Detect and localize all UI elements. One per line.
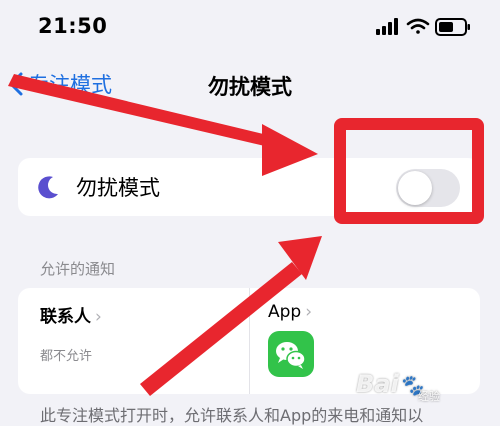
dnd-label: 勿扰模式 (76, 176, 160, 200)
baidu-watermark: Bai🐾 经验 (356, 366, 496, 410)
navigation-bar: 专注模式 勿扰模式 (0, 62, 500, 106)
section-header-allowed-notifications: 允许的通知 (40, 260, 116, 278)
allowed-people-cell[interactable]: 联系人 › 都不允许 (18, 288, 248, 394)
battery-icon (435, 18, 470, 36)
apps-title: App › (268, 302, 312, 322)
watermark-sub: 经验 (418, 390, 440, 403)
annotation-highlight-box (334, 118, 484, 224)
wechat-app-icon (268, 331, 314, 377)
cellular-signal-icon (376, 18, 398, 35)
people-title: 联系人 › (40, 302, 102, 327)
status-bar: 21:50 (0, 0, 500, 54)
people-title-text: 联系人 (40, 307, 91, 327)
page-title: 勿扰模式 (208, 75, 292, 99)
apps-title-text: App (268, 302, 302, 322)
moon-icon (38, 176, 58, 199)
watermark-logo: Bai🐾 (356, 370, 424, 398)
status-icons (374, 16, 474, 38)
wifi-icon (406, 18, 430, 34)
status-time: 21:50 (38, 14, 108, 38)
chevron-right-icon: › (305, 302, 313, 322)
people-subtitle: 都不允许 (40, 349, 93, 364)
chevron-right-icon: › (95, 307, 102, 327)
